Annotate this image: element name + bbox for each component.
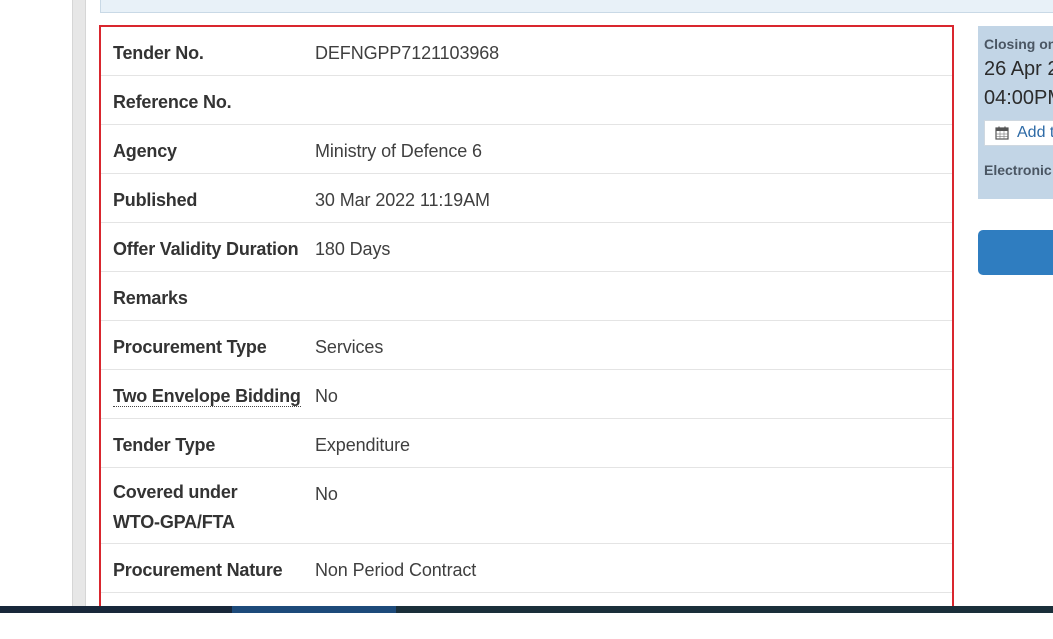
detail-row-wto-gpa: Covered under WTO-GPA/FTA No xyxy=(101,468,952,544)
primary-action-button[interactable] xyxy=(978,230,1053,275)
submission-method: Electronic Submission xyxy=(984,162,1053,178)
tender-details-panel: Tender No. DEFNGPP7121103968 Reference N… xyxy=(99,25,954,615)
detail-row-two-envelope: Two Envelope Bidding No xyxy=(101,370,952,419)
left-scroll-rail xyxy=(72,0,86,606)
offer-validity-label: Offer Validity Duration xyxy=(113,239,299,259)
tender-details-page: Tender No. DEFNGPP7121103968 Reference N… xyxy=(0,0,1053,639)
page-bottom xyxy=(0,613,1053,639)
remarks-label: Remarks xyxy=(113,288,188,308)
tender-type-label: Tender Type xyxy=(113,435,216,455)
closing-label: Closing on xyxy=(984,36,1053,52)
procurement-type-label: Procurement Type xyxy=(113,337,267,357)
closing-info-card: Closing on 26 Apr 2022 04:00PM Add to Ca… xyxy=(978,26,1053,199)
add-to-calendar-button[interactable]: Add to Calendar xyxy=(984,120,1053,146)
procurement-nature-label: Procurement Nature xyxy=(113,560,283,580)
agency-label: Agency xyxy=(113,141,177,161)
two-envelope-label[interactable]: Two Envelope Bidding xyxy=(113,386,301,407)
tender-no-value: DEFNGPP7121103968 xyxy=(315,43,500,63)
published-value: 30 Mar 2022 11:19AM xyxy=(315,190,490,210)
top-info-banner xyxy=(100,0,1053,13)
two-envelope-label-cell: Two Envelope Bidding xyxy=(101,381,315,411)
two-envelope-value: No xyxy=(315,386,338,406)
detail-row-procurement-nature: Procurement Nature Non Period Contract xyxy=(101,544,952,593)
calendar-icon xyxy=(995,126,1009,140)
detail-row-tender-no: Tender No. DEFNGPP7121103968 xyxy=(101,27,952,76)
detail-row-procurement-type: Procurement Type Services xyxy=(101,321,952,370)
detail-row-agency: Agency Ministry of Defence 6 xyxy=(101,125,952,174)
closing-time: 04:00PM xyxy=(984,87,1053,109)
tender-no-label: Tender No. xyxy=(113,43,204,63)
detail-row-tender-type: Tender Type Expenditure xyxy=(101,419,952,468)
procurement-type-value: Services xyxy=(315,337,384,357)
add-to-calendar-label: Add to Calendar xyxy=(1017,124,1053,141)
wto-gpa-value: No xyxy=(315,484,338,504)
procurement-nature-value: Non Period Contract xyxy=(315,560,477,580)
agency-value: Ministry of Defence 6 xyxy=(315,141,482,161)
wto-gpa-label: Covered under WTO-GPA/FTA xyxy=(113,482,238,532)
published-label: Published xyxy=(113,190,198,210)
tender-type-value: Expenditure xyxy=(315,435,410,455)
detail-row-published: Published 30 Mar 2022 11:19AM xyxy=(101,174,952,223)
closing-date: 26 Apr 2022 xyxy=(984,58,1053,80)
offer-validity-value: 180 Days xyxy=(315,239,391,259)
reference-no-label: Reference No. xyxy=(113,92,232,112)
detail-row-offer-validity: Offer Validity Duration 180 Days xyxy=(101,223,952,272)
detail-row-remarks: Remarks xyxy=(101,272,952,321)
detail-row-reference-no: Reference No. xyxy=(101,76,952,125)
